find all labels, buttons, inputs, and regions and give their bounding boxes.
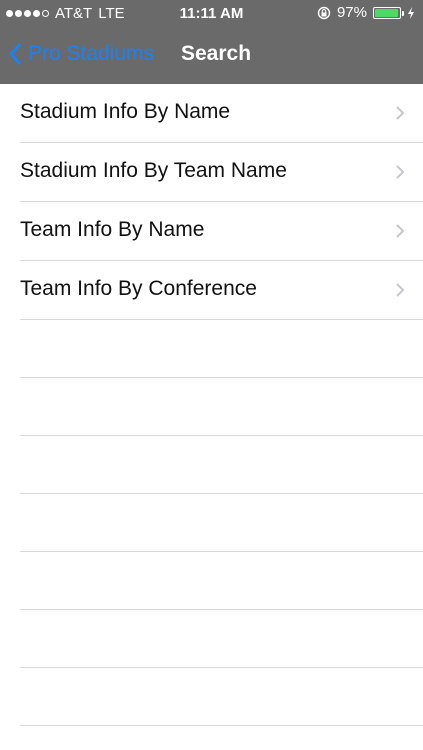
chevron-right-icon: [396, 283, 405, 297]
chevron-right-icon: [396, 106, 405, 120]
battery-percent: 97%: [336, 4, 367, 21]
menu-item-label: Stadium Info By Team Name: [20, 159, 287, 182]
empty-row: [20, 552, 423, 610]
empty-row: [20, 320, 423, 378]
menu-list: Stadium Info By Name Stadium Info By Tea…: [0, 84, 423, 750]
battery-tip: [402, 10, 404, 16]
status-bar: AT&T LTE 11:11 AM 97%: [0, 0, 423, 28]
menu-item-label: Team Info By Conference: [20, 277, 257, 300]
page-title: Search: [181, 42, 252, 65]
chevron-left-icon: [9, 43, 21, 65]
empty-row: [20, 668, 423, 726]
orientation-lock-icon: [317, 6, 331, 19]
chevron-right-icon: [396, 224, 405, 238]
empty-row: [20, 610, 423, 668]
menu-item-team-by-name[interactable]: Team Info By Name: [20, 202, 423, 261]
menu-item-label: Stadium Info By Name: [20, 100, 231, 123]
empty-row: [20, 378, 423, 436]
empty-row: [20, 436, 423, 494]
app-screen: AT&T LTE 11:11 AM 97% Pro Stadiums Searc…: [0, 0, 423, 750]
back-button[interactable]: Pro Stadiums: [8, 42, 154, 66]
empty-row: [20, 726, 423, 750]
empty-row: [20, 494, 423, 552]
chevron-right-icon: [396, 165, 405, 179]
menu-item-stadium-by-team[interactable]: Stadium Info By Team Name: [20, 143, 423, 202]
status-right: 97%: [317, 4, 415, 21]
navigation-bar: Pro Stadiums Search: [0, 28, 423, 84]
battery-fill: [375, 8, 399, 17]
menu-item-team-by-conference[interactable]: Team Info By Conference: [20, 261, 423, 320]
charging-bolt-icon: [408, 6, 414, 19]
menu-item-label: Team Info By Name: [20, 218, 205, 241]
battery-icon: [373, 6, 404, 19]
top-bar: AT&T LTE 11:11 AM 97% Pro Stadiums Searc…: [0, 0, 423, 84]
back-button-label: Pro Stadiums: [28, 42, 155, 65]
menu-item-stadium-by-name[interactable]: Stadium Info By Name: [20, 84, 423, 143]
